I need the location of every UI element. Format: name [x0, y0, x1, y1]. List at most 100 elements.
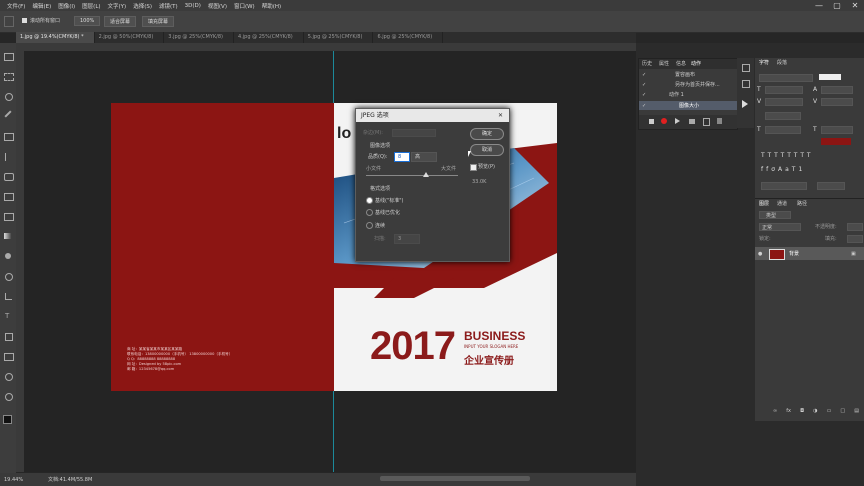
fit-screen-button[interactable]: 适合屏幕: [104, 16, 137, 27]
action-check-icon[interactable]: ✓: [642, 103, 646, 109]
stop-icon[interactable]: [649, 119, 654, 124]
tracking-input[interactable]: [821, 98, 853, 106]
menu-item-select[interactable]: 选择(S): [133, 2, 152, 10]
leading-input[interactable]: [821, 86, 853, 94]
menu-item-view[interactable]: 视图(V): [208, 2, 227, 10]
vertical-scale-input[interactable]: [765, 126, 801, 134]
quality-slider-thumb[interactable]: [423, 172, 429, 177]
tab-paths[interactable]: 路径: [797, 201, 807, 207]
minimize-button[interactable]: —: [810, 0, 828, 11]
brush-tool-icon[interactable]: [4, 173, 14, 181]
blur-tool-icon[interactable]: [5, 253, 11, 259]
font-size-input[interactable]: [765, 86, 803, 94]
move-tool-icon[interactable]: [4, 53, 14, 61]
path-selection-tool-icon[interactable]: [5, 333, 13, 341]
mask-icon[interactable]: ◘: [800, 408, 804, 415]
horizontal-scale-input[interactable]: [821, 126, 853, 134]
cancel-button[interactable]: 取消: [470, 144, 504, 156]
link-layers-icon[interactable]: ∞: [773, 408, 777, 415]
play-icon[interactable]: [675, 118, 680, 124]
language-select[interactable]: [761, 182, 807, 190]
scans-select[interactable]: 3: [394, 234, 420, 244]
tab-history[interactable]: 历史: [642, 61, 652, 67]
zoom-100-button[interactable]: 100%: [74, 16, 101, 26]
menu-item-edit[interactable]: 编辑(E): [32, 2, 51, 10]
zoom-tool-icon[interactable]: [5, 393, 13, 401]
fx-icon[interactable]: fx: [786, 408, 791, 415]
pen-tool-icon[interactable]: [5, 293, 12, 300]
tab-properties[interactable]: 属性: [659, 61, 669, 67]
marquee-tool-icon[interactable]: [4, 73, 14, 81]
quality-input[interactable]: 8: [394, 152, 410, 162]
fill-input[interactable]: [847, 235, 863, 243]
blend-mode-select[interactable]: 正常: [759, 223, 801, 231]
doc-tab[interactable]: 2.jpg @ 50%(CMYK/8): [95, 32, 165, 43]
crop-tool-icon[interactable]: [4, 133, 14, 141]
eyedropper-tool-icon[interactable]: [5, 153, 12, 161]
menu-item-type[interactable]: 文字(Y): [108, 2, 127, 10]
layer-kind-filter[interactable]: 类型: [759, 211, 791, 219]
visibility-eye-icon[interactable]: ●: [758, 251, 762, 257]
status-zoom[interactable]: 19.44%: [4, 477, 23, 483]
baseline-optimized-radio[interactable]: [366, 209, 373, 216]
kerning-input[interactable]: [765, 98, 803, 106]
fill-screen-button[interactable]: 填充屏幕: [142, 16, 175, 27]
record-icon[interactable]: [661, 118, 667, 124]
new-action-icon[interactable]: [703, 118, 710, 126]
preview-checkbox[interactable]: [470, 164, 477, 171]
rectangle-tool-icon[interactable]: [4, 353, 14, 361]
scale-input[interactable]: [765, 112, 801, 120]
action-item[interactable]: 动作 1: [669, 92, 684, 98]
tab-actions[interactable]: 动作: [691, 61, 701, 67]
hand-tool-icon[interactable]: [5, 373, 13, 381]
doc-tab[interactable]: 5.jpg @ 25%(CMYK/8): [304, 32, 374, 43]
menu-item-window[interactable]: 窗口(W): [234, 2, 255, 10]
delete-layer-icon[interactable]: ▤: [854, 408, 859, 415]
trash-icon[interactable]: [717, 118, 722, 124]
quality-level-select[interactable]: 高: [411, 152, 437, 162]
layer-name[interactable]: 背景: [789, 251, 799, 257]
group-icon[interactable]: ▭: [827, 408, 832, 415]
opentype-buttons[interactable]: ffσAaT1: [761, 166, 805, 173]
gradient-tool-icon[interactable]: [4, 233, 12, 239]
opacity-input[interactable]: [847, 223, 863, 231]
font-style-select[interactable]: [819, 74, 841, 80]
action-check-icon[interactable]: ✓: [642, 92, 646, 98]
lasso-tool-icon[interactable]: [5, 93, 13, 101]
ok-button[interactable]: 确定: [470, 128, 504, 140]
doc-tab[interactable]: 4.jpg @ 25%(CMYK/8): [234, 32, 304, 43]
adjustment-icon[interactable]: ◑: [813, 408, 817, 415]
tab-character[interactable]: 字符: [759, 60, 769, 66]
dialog-close-icon[interactable]: ✕: [498, 112, 503, 119]
action-check-icon[interactable]: ✓: [642, 82, 646, 88]
menu-item-help[interactable]: 帮助(H): [262, 2, 281, 10]
matte-select[interactable]: [392, 129, 436, 137]
doc-tab[interactable]: 6.jpg @ 25%(CMYK/8): [373, 32, 444, 43]
folder-icon[interactable]: [689, 119, 695, 124]
history-panel-icon[interactable]: [742, 64, 750, 72]
tab-info[interactable]: 信息: [676, 61, 686, 67]
doc-tab[interactable]: 3.jpg @ 25%(CMYK/8): [164, 32, 235, 43]
new-layer-icon[interactable]: □: [840, 408, 845, 415]
layer-row[interactable]: ● 背景 ▣: [755, 247, 864, 260]
horizontal-scrollbar[interactable]: [380, 476, 530, 481]
action-item[interactable]: 置容画布: [675, 72, 695, 78]
foreground-color-swatch[interactable]: [3, 415, 12, 424]
actions-panel-icon[interactable]: [742, 100, 748, 108]
progressive-radio[interactable]: [366, 222, 373, 229]
magic-wand-tool-icon[interactable]: [4, 110, 12, 118]
doc-tab[interactable]: 1.jpg @ 19.4%(CMYK/8) *: [16, 32, 95, 43]
menu-item-layer[interactable]: 图层(L): [82, 2, 100, 10]
menu-item-3d[interactable]: 3D(D): [185, 3, 201, 9]
action-check-icon[interactable]: ✓: [642, 72, 646, 78]
action-item[interactable]: 另存为首页并保存...: [675, 82, 720, 88]
eraser-tool-icon[interactable]: [4, 213, 14, 221]
scroll-all-checkbox[interactable]: [22, 18, 27, 23]
font-family-select[interactable]: [759, 74, 813, 82]
dodge-tool-icon[interactable]: [5, 273, 13, 281]
action-item[interactable]: 图像大小: [679, 103, 699, 109]
tab-channels[interactable]: 通道: [777, 201, 787, 207]
stamp-tool-icon[interactable]: [4, 193, 14, 201]
quality-slider-track[interactable]: [366, 175, 458, 176]
maximize-button[interactable]: ▢: [828, 0, 846, 11]
